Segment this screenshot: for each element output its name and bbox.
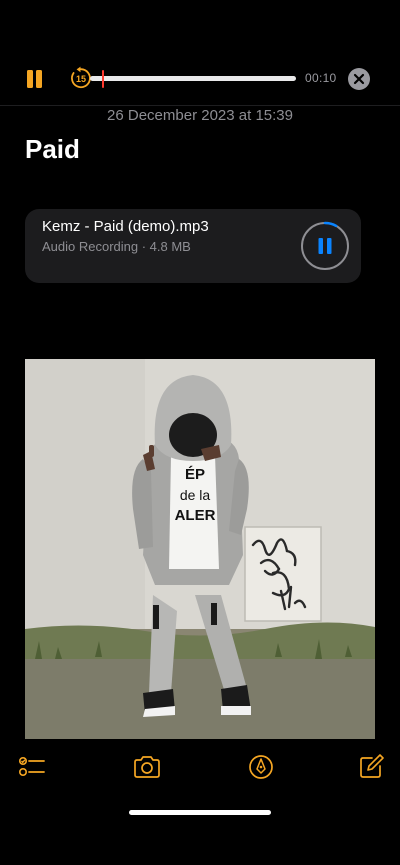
pause-bar-left bbox=[27, 70, 33, 88]
pause-button[interactable] bbox=[24, 68, 44, 90]
close-player-button[interactable] bbox=[348, 68, 370, 90]
scrubber-track bbox=[90, 76, 296, 81]
shirt-text-line2: de la bbox=[180, 487, 211, 503]
audio-filename: Kemz - Paid (demo).mp3 bbox=[42, 218, 209, 235]
compose-button[interactable] bbox=[356, 752, 386, 782]
skip-back-seconds: 15 bbox=[76, 74, 86, 84]
attachment-pause-button[interactable] bbox=[300, 221, 350, 271]
markup-button[interactable] bbox=[246, 752, 276, 782]
shirt-text-line1: ÉP bbox=[185, 466, 205, 483]
bottom-toolbar bbox=[0, 748, 400, 788]
pause-bar-right bbox=[36, 70, 42, 88]
playback-scrubber[interactable] bbox=[90, 70, 296, 88]
photo-attachment[interactable]: ÉP de la ALER bbox=[25, 359, 375, 739]
scrubber-handle[interactable] bbox=[102, 70, 104, 88]
audio-playback-bar: 15 00:10 bbox=[0, 56, 400, 102]
note-title[interactable]: Paid bbox=[25, 134, 80, 165]
photo-image: ÉP de la ALER bbox=[25, 359, 375, 739]
note-date: 26 December 2023 at 15:39 bbox=[107, 107, 293, 124]
audio-meta: Audio Recording · 4.8 MB bbox=[42, 239, 191, 254]
checklist-icon bbox=[18, 757, 45, 776]
markup-icon bbox=[249, 755, 273, 779]
compose-icon bbox=[360, 754, 384, 778]
circular-pause-icon bbox=[301, 221, 349, 270]
camera-icon bbox=[134, 756, 160, 778]
shirt-text-line3: ALER bbox=[175, 507, 216, 524]
close-icon bbox=[353, 73, 365, 85]
camera-button[interactable] bbox=[132, 752, 162, 782]
home-indicator[interactable] bbox=[129, 810, 271, 815]
audio-attachment-card[interactable]: Kemz - Paid (demo).mp3 Audio Recording ·… bbox=[25, 209, 361, 283]
header-divider bbox=[0, 105, 400, 106]
elapsed-time: 00:10 bbox=[305, 71, 337, 85]
checklist-button[interactable] bbox=[17, 752, 47, 782]
